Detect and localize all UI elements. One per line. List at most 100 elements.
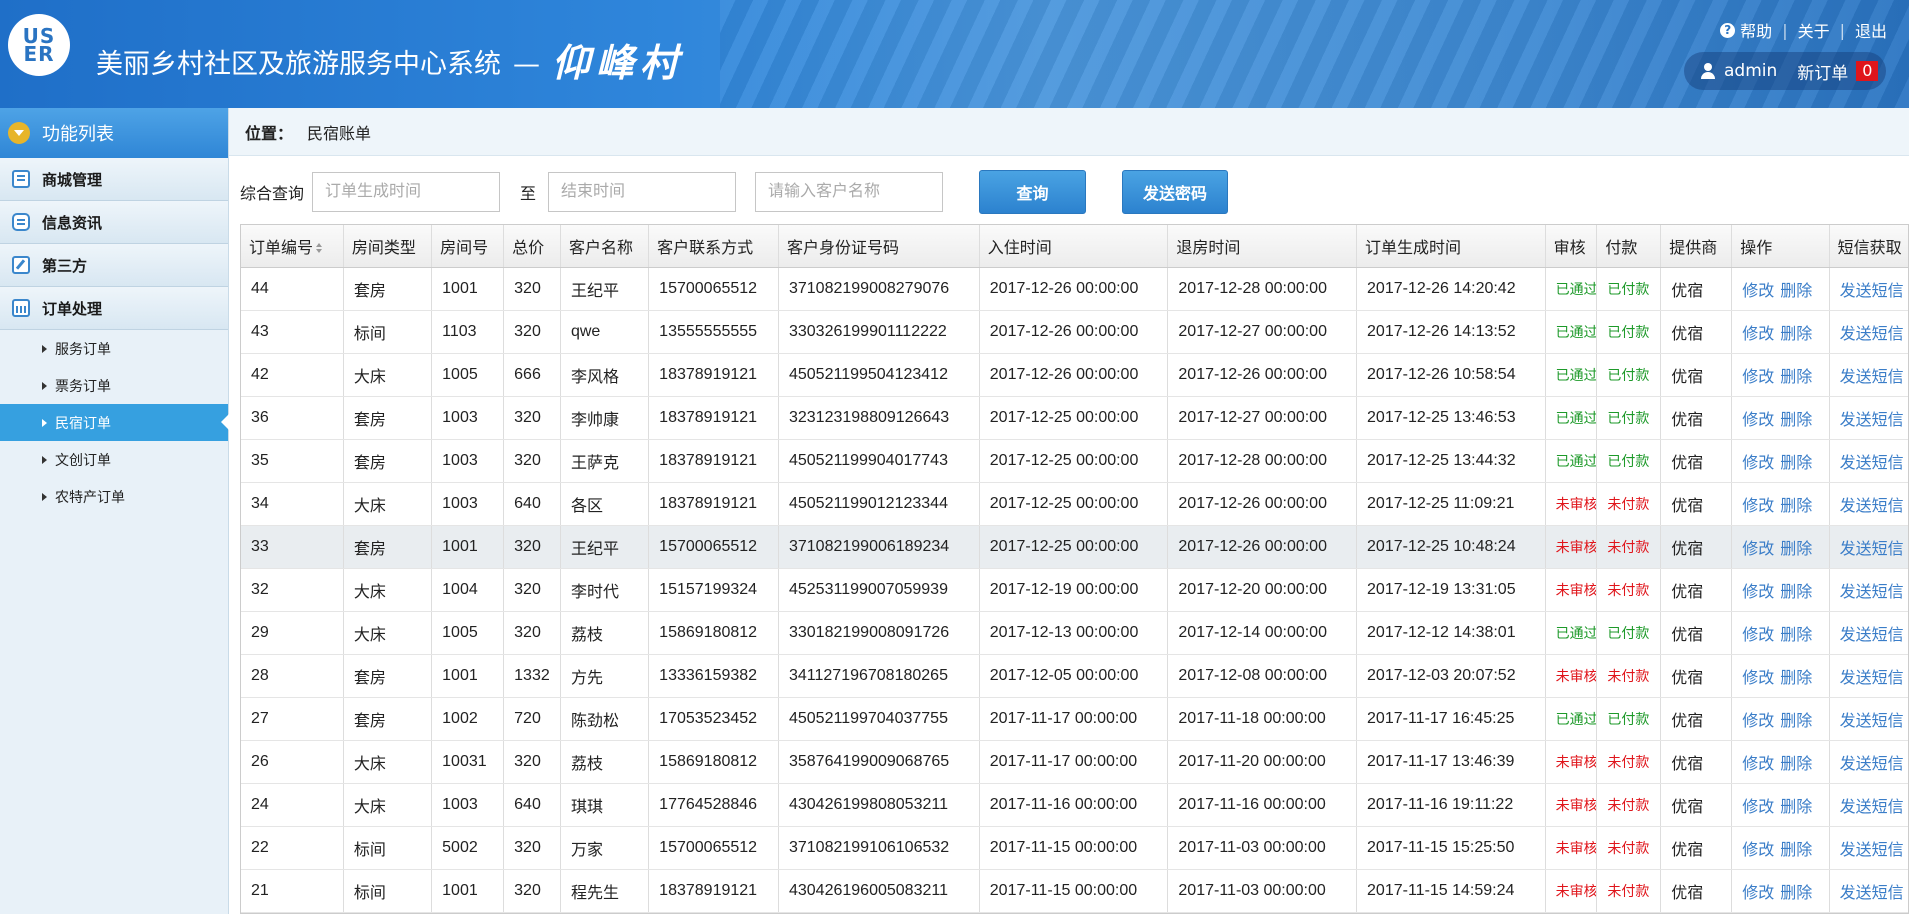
edit-link[interactable]: 修改	[1742, 885, 1774, 902]
new-order-label[interactable]: 新订单	[1797, 59, 1848, 84]
edit-link[interactable]: 修改	[1742, 369, 1774, 386]
delete-link[interactable]: 删除	[1780, 369, 1812, 386]
sidebar-item-homestay-orders[interactable]: 民宿订单	[0, 404, 229, 441]
new-order-badge[interactable]: 0	[1856, 61, 1879, 81]
delete-link[interactable]: 删除	[1780, 541, 1812, 558]
logout-link[interactable]: 退出	[1855, 18, 1887, 42]
column-header[interactable]: 订单编号	[241, 225, 344, 268]
edit-link[interactable]: 修改	[1742, 756, 1774, 773]
cell-text: 优宿	[1671, 884, 1704, 902]
help-link[interactable]: 帮助	[1740, 18, 1772, 42]
column-header-label: 客户名称	[568, 239, 633, 257]
review-status: 已通过	[1555, 280, 1597, 297]
edit-link[interactable]: 修改	[1742, 541, 1774, 558]
column-header-label: 退房时间	[1176, 239, 1241, 257]
table-cell: 各区	[560, 482, 650, 526]
sidebar-section-orders[interactable]: 订单处理	[0, 287, 228, 330]
send-sms-link[interactable]: 发送短信	[1840, 326, 1904, 343]
sidebar-item-ticket-orders[interactable]: 票务订单	[0, 367, 228, 404]
cell-text: 452531199007059939	[788, 580, 948, 598]
delete-link[interactable]: 删除	[1780, 498, 1812, 515]
breadcrumb-value: 民宿账单	[307, 123, 372, 143]
sidebar-item-produce-orders[interactable]: 农特产订单	[0, 478, 228, 515]
about-link[interactable]: 关于	[1798, 18, 1830, 42]
cell-text: 10031	[442, 752, 487, 770]
cell-text: 320	[514, 838, 541, 856]
send-sms-link[interactable]: 发送短信	[1840, 283, 1904, 300]
edit-link[interactable]: 修改	[1742, 455, 1774, 472]
cell-text: 17053523452	[659, 709, 758, 727]
cell-text: 330326199901112222	[788, 322, 947, 340]
sidebar-section-third-party[interactable]: 第三方	[0, 244, 228, 287]
send-sms-link[interactable]: 发送短信	[1840, 885, 1904, 902]
send-sms-link[interactable]: 发送短信	[1840, 627, 1904, 644]
delete-link[interactable]: 删除	[1780, 412, 1812, 429]
sidebar-section-news[interactable]: 信息资讯	[0, 201, 228, 244]
cell-text: 优宿	[1671, 497, 1704, 515]
end-time-input[interactable]	[548, 172, 737, 212]
delete-link[interactable]: 删除	[1780, 756, 1812, 773]
cell-text: 2017-12-25 00:00:00	[989, 494, 1139, 512]
delete-link[interactable]: 删除	[1780, 326, 1812, 343]
edit-link[interactable]: 修改	[1742, 842, 1774, 859]
send-sms-link[interactable]: 发送短信	[1840, 412, 1904, 429]
sidebar-item-service-orders[interactable]: 服务订单	[0, 330, 228, 367]
sms-cell: 发送短信	[1829, 310, 1908, 354]
actions-cell: 修改 删除	[1731, 310, 1830, 354]
send-sms-link[interactable]: 发送短信	[1840, 584, 1904, 601]
help-icon[interactable]: ?	[1720, 22, 1736, 38]
edit-link[interactable]: 修改	[1742, 283, 1774, 300]
sort-icon[interactable]	[316, 242, 323, 253]
delete-link[interactable]: 删除	[1780, 842, 1812, 859]
delete-link[interactable]: 删除	[1780, 713, 1812, 730]
start-time-input[interactable]	[312, 172, 501, 212]
edit-link[interactable]: 修改	[1742, 670, 1774, 687]
sidebar-section-mall[interactable]: 商城管理	[0, 158, 228, 201]
send-sms-link[interactable]: 发送短信	[1840, 369, 1904, 386]
delete-link[interactable]: 删除	[1780, 584, 1812, 601]
edit-link[interactable]: 修改	[1742, 627, 1774, 644]
cell-text: 1003	[442, 795, 478, 813]
sidebar-item-creative-orders[interactable]: 文创订单	[0, 441, 228, 478]
delete-link[interactable]: 删除	[1780, 627, 1812, 644]
sms-cell: 发送短信	[1829, 697, 1908, 741]
edit-link[interactable]: 修改	[1742, 713, 1774, 730]
table-cell: 1003	[431, 439, 505, 483]
edit-link[interactable]: 修改	[1742, 412, 1774, 429]
send-sms-link[interactable]: 发送短信	[1840, 799, 1904, 816]
delete-link[interactable]: 删除	[1780, 455, 1812, 472]
cell-text: 18378919121	[659, 494, 758, 512]
table-cell: 2017-11-18 00:00:00	[1167, 697, 1358, 741]
send-sms-link[interactable]: 发送短信	[1840, 756, 1904, 773]
send-sms-link[interactable]: 发送短信	[1840, 498, 1904, 515]
edit-link[interactable]: 修改	[1742, 326, 1774, 343]
table-cell: 2017-12-12 14:38:01	[1356, 611, 1546, 655]
delete-link[interactable]: 删除	[1780, 799, 1812, 816]
column-header-label: 操作	[1740, 239, 1773, 257]
edit-link[interactable]: 修改	[1742, 498, 1774, 515]
table-cell: 套房	[343, 267, 433, 311]
filter-label: 综合查询	[240, 184, 305, 203]
table-cell: 1001	[431, 869, 505, 913]
column-header: 审核	[1545, 225, 1598, 268]
delete-link[interactable]: 删除	[1780, 885, 1812, 902]
customer-name-input[interactable]	[755, 172, 944, 212]
send-sms-link[interactable]: 发送短信	[1840, 842, 1904, 859]
table-cell: 2017-12-26 14:20:42	[1356, 267, 1546, 311]
delete-link[interactable]: 删除	[1780, 670, 1812, 687]
send-password-button[interactable]: 发送密码	[1122, 170, 1229, 214]
edit-link[interactable]: 修改	[1742, 584, 1774, 601]
table-cell: 2017-12-19 00:00:00	[979, 568, 1169, 612]
table-cell: 18378919121	[648, 869, 779, 913]
query-button[interactable]: 查询	[979, 170, 1087, 214]
edit-link[interactable]: 修改	[1742, 799, 1774, 816]
table-cell: 2017-12-28 00:00:00	[1167, 439, 1358, 483]
delete-link[interactable]: 删除	[1780, 283, 1812, 300]
send-sms-link[interactable]: 发送短信	[1840, 713, 1904, 730]
send-sms-link[interactable]: 发送短信	[1840, 670, 1904, 687]
table-cell: 29	[241, 611, 344, 655]
table-cell: 2017-11-16 00:00:00	[1167, 783, 1358, 827]
table-cell: 优宿	[1660, 611, 1733, 655]
send-sms-link[interactable]: 发送短信	[1840, 455, 1904, 472]
send-sms-link[interactable]: 发送短信	[1840, 541, 1904, 558]
